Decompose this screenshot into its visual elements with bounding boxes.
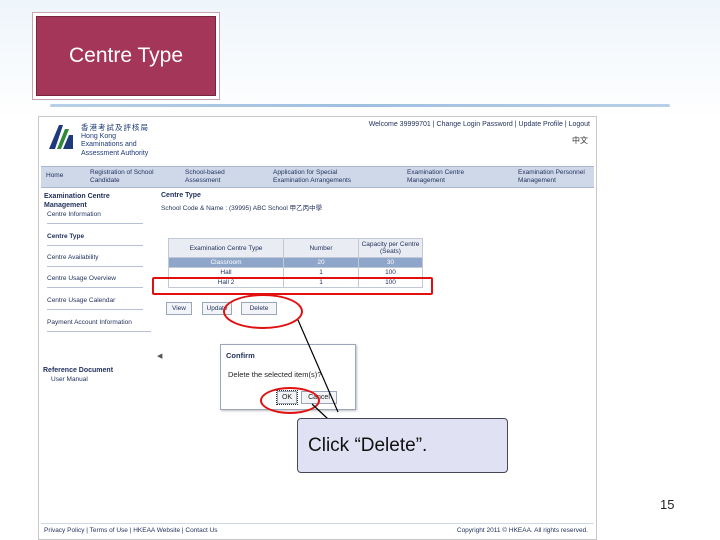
footer: Privacy Policy | Terms of Use | HKEAA We… <box>41 523 594 538</box>
reference-heading: Reference Document <box>43 367 114 374</box>
nav-centre-management[interactable]: Examination Centre Management <box>407 169 479 184</box>
school-info: School Code & Name : (39995) ABC School … <box>161 202 322 212</box>
collapse-arrow-icon[interactable]: ◀ <box>157 352 162 360</box>
view-button[interactable]: View <box>166 302 192 315</box>
sidebar-item-payment-account[interactable]: Payment Account Information <box>47 319 151 332</box>
cell-number: 1 <box>283 267 359 278</box>
school-label: School Code & Name : <box>161 205 228 212</box>
slide-title-text: Centre Type <box>68 44 183 67</box>
slide-title: Centre Type <box>36 16 216 96</box>
org-name-en-3: Assessment Authority <box>81 149 149 157</box>
language-link[interactable]: 中文 <box>572 135 588 146</box>
table-row[interactable]: Classroom 20 30 <box>168 257 423 268</box>
dialog-title: Confirm <box>226 351 255 360</box>
page-number: 15 <box>660 497 675 512</box>
sidebar-item-centre-usage-overview[interactable]: Centre Usage Overview <box>47 275 143 288</box>
sidebar-heading: Examination Centre Management <box>44 193 110 209</box>
nav-special-arrangements[interactable]: Application for Special Examination Arra… <box>273 169 373 184</box>
user-manual-link[interactable]: User Manual <box>51 376 88 383</box>
school-name-cn: 甲乙丙中學 <box>289 205 323 212</box>
screenshot: 香港考試及評核局 Hong Kong Examinations and Asse… <box>38 116 597 540</box>
sidebar-item-centre-availability[interactable]: Centre Availability <box>47 254 143 267</box>
cell-capacity: 30 <box>358 257 423 268</box>
school-code: (39995) <box>228 205 252 212</box>
nav-sba[interactable]: School-based Assessment <box>185 169 247 184</box>
sidebar-item-centre-information[interactable]: Centre Information <box>47 211 143 224</box>
page-title: Centre Type <box>161 192 201 199</box>
footer-copyright: Copyright 2011 © HKEAA. All rights reser… <box>456 527 588 534</box>
nav-home[interactable]: Home <box>46 172 63 180</box>
org-name-en-1: Hong Kong <box>81 132 117 140</box>
footer-links[interactable]: Privacy Policy | Terms of Use | HKEAA We… <box>44 527 218 534</box>
dialog-message: Delete the selected item(s)? <box>228 370 322 379</box>
col-header-number: Number <box>283 238 359 258</box>
col-header-capacity: Capacity per Centre (Seats) <box>358 238 423 258</box>
table-header-row: Examination Centre Type Number Capacity … <box>168 238 423 258</box>
cell-number: 20 <box>283 257 359 268</box>
instruction-callout: Click “Delete”. <box>297 418 508 473</box>
cell-type: Classroom <box>168 257 284 268</box>
selected-row-highlight <box>152 277 433 295</box>
delete-highlight-ring <box>223 294 303 329</box>
hkeaa-logo-icon <box>49 125 73 149</box>
nav-personnel-management[interactable]: Examination Personnel Management <box>518 169 592 184</box>
cell-capacity: 100 <box>358 267 423 278</box>
organization-name: 香港考試及評核局 Hong Kong Examinations and Asse… <box>81 123 149 158</box>
top-links[interactable]: Welcome 39999701 | Change Login Password… <box>369 121 590 128</box>
title-divider <box>50 104 670 107</box>
col-header-type: Examination Centre Type <box>168 238 284 258</box>
org-name-cn: 香港考試及評核局 <box>81 123 149 132</box>
top-navigation: Home Registration of School Candidate Sc… <box>41 166 594 188</box>
cell-type: Hall <box>168 267 284 278</box>
school-name: ABC School <box>252 205 288 212</box>
table-row[interactable]: Hall 1 100 <box>168 267 423 278</box>
sidebar-item-centre-usage-calendar[interactable]: Centre Usage Calendar <box>47 297 143 310</box>
nav-registration[interactable]: Registration of School Candidate <box>90 169 162 184</box>
callout-text: Click “Delete”. <box>308 434 428 456</box>
org-name-en-2: Examinations and <box>81 141 137 148</box>
sidebar-item-centre-type[interactable]: Centre Type <box>47 233 143 246</box>
ok-highlight-ring <box>260 387 320 414</box>
